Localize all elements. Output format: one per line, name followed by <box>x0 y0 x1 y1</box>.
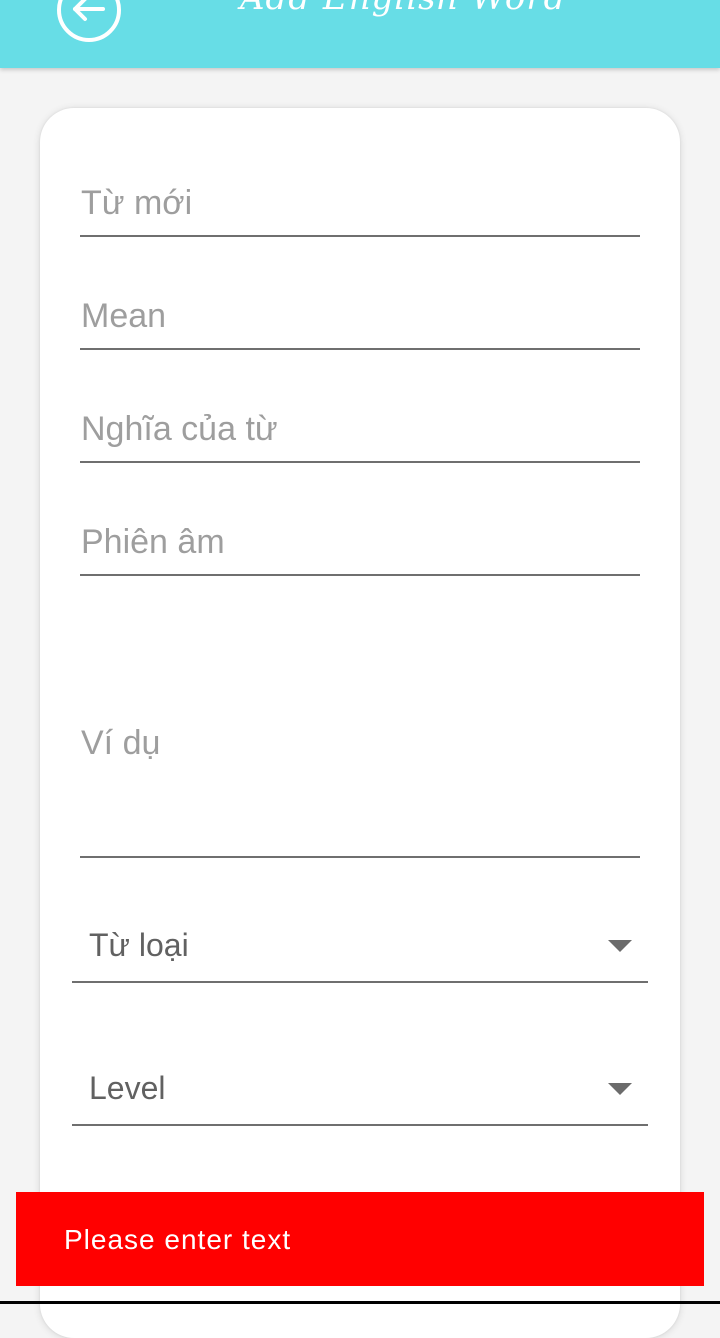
page-title: Add English Word <box>240 0 566 18</box>
meaning-field[interactable] <box>80 410 640 463</box>
new-word-input[interactable] <box>80 184 640 223</box>
dropdown-arrow-icon <box>608 940 632 952</box>
mean-input[interactable] <box>80 297 640 336</box>
word-type-dropdown[interactable]: Từ loại <box>72 923 648 983</box>
phonetic-input[interactable] <box>80 523 640 562</box>
word-type-label: Từ loại <box>89 927 189 963</box>
snackbar-message: Please enter text <box>64 1224 292 1255</box>
error-snackbar: Please enter text <box>16 1192 704 1286</box>
app-bar: Add English Word <box>0 0 720 68</box>
level-dropdown[interactable]: Level <box>72 1066 648 1126</box>
meaning-input[interactable] <box>80 410 640 449</box>
dropdown-arrow-icon <box>608 1083 632 1095</box>
phonetic-field[interactable] <box>80 523 640 576</box>
back-button[interactable] <box>55 0 123 42</box>
level-label: Level <box>89 1070 166 1106</box>
mean-field[interactable] <box>80 297 640 350</box>
arrow-left-circle-icon <box>57 0 121 42</box>
example-field[interactable] <box>80 720 640 858</box>
new-word-field[interactable] <box>80 184 640 237</box>
example-input[interactable] <box>80 720 640 840</box>
